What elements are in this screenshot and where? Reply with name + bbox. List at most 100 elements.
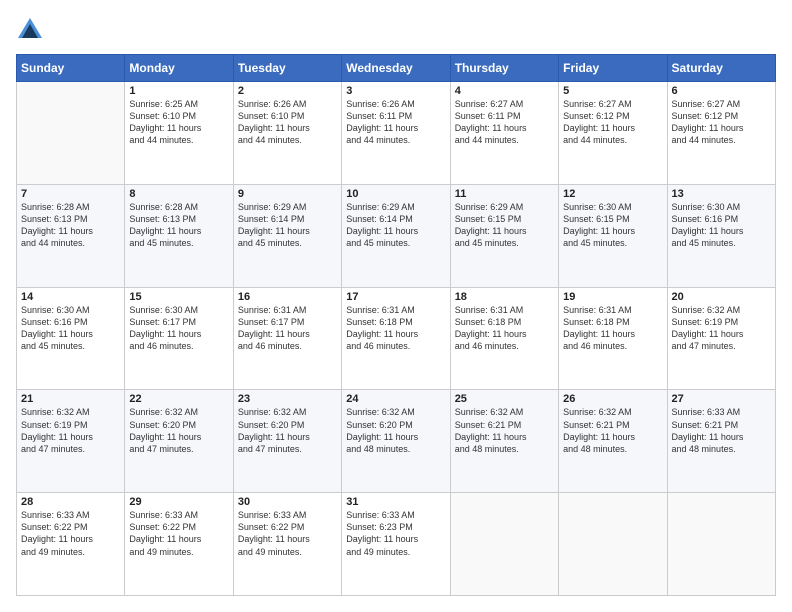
weekday-header: Thursday — [450, 55, 558, 82]
day-info: Sunrise: 6:27 AM Sunset: 6:12 PM Dayligh… — [563, 98, 662, 147]
calendar-cell: 20Sunrise: 6:32 AM Sunset: 6:19 PM Dayli… — [667, 287, 775, 390]
calendar-cell: 10Sunrise: 6:29 AM Sunset: 6:14 PM Dayli… — [342, 184, 450, 287]
calendar-cell: 6Sunrise: 6:27 AM Sunset: 6:12 PM Daylig… — [667, 82, 775, 185]
calendar-cell: 13Sunrise: 6:30 AM Sunset: 6:16 PM Dayli… — [667, 184, 775, 287]
calendar-week-row: 14Sunrise: 6:30 AM Sunset: 6:16 PM Dayli… — [17, 287, 776, 390]
day-number: 6 — [672, 85, 771, 97]
logo — [16, 16, 48, 44]
day-info: Sunrise: 6:29 AM Sunset: 6:14 PM Dayligh… — [346, 201, 445, 250]
day-number: 4 — [455, 85, 554, 97]
day-info: Sunrise: 6:33 AM Sunset: 6:22 PM Dayligh… — [129, 509, 228, 558]
calendar-cell: 22Sunrise: 6:32 AM Sunset: 6:20 PM Dayli… — [125, 390, 233, 493]
calendar-cell — [667, 493, 775, 596]
calendar-cell: 14Sunrise: 6:30 AM Sunset: 6:16 PM Dayli… — [17, 287, 125, 390]
day-info: Sunrise: 6:32 AM Sunset: 6:21 PM Dayligh… — [563, 406, 662, 455]
calendar-cell — [559, 493, 667, 596]
day-info: Sunrise: 6:30 AM Sunset: 6:15 PM Dayligh… — [563, 201, 662, 250]
day-info: Sunrise: 6:26 AM Sunset: 6:11 PM Dayligh… — [346, 98, 445, 147]
day-number: 20 — [672, 291, 771, 303]
calendar-cell: 8Sunrise: 6:28 AM Sunset: 6:13 PM Daylig… — [125, 184, 233, 287]
calendar-header: SundayMondayTuesdayWednesdayThursdayFrid… — [17, 55, 776, 82]
day-info: Sunrise: 6:33 AM Sunset: 6:22 PM Dayligh… — [21, 509, 120, 558]
day-info: Sunrise: 6:31 AM Sunset: 6:18 PM Dayligh… — [455, 304, 554, 353]
day-info: Sunrise: 6:32 AM Sunset: 6:20 PM Dayligh… — [238, 406, 337, 455]
weekday-row: SundayMondayTuesdayWednesdayThursdayFrid… — [17, 55, 776, 82]
day-number: 2 — [238, 85, 337, 97]
day-number: 26 — [563, 393, 662, 405]
weekday-header: Saturday — [667, 55, 775, 82]
header — [16, 16, 776, 44]
day-number: 17 — [346, 291, 445, 303]
day-number: 25 — [455, 393, 554, 405]
day-info: Sunrise: 6:32 AM Sunset: 6:19 PM Dayligh… — [672, 304, 771, 353]
weekday-header: Wednesday — [342, 55, 450, 82]
calendar-cell: 24Sunrise: 6:32 AM Sunset: 6:20 PM Dayli… — [342, 390, 450, 493]
calendar-cell: 2Sunrise: 6:26 AM Sunset: 6:10 PM Daylig… — [233, 82, 341, 185]
day-info: Sunrise: 6:31 AM Sunset: 6:17 PM Dayligh… — [238, 304, 337, 353]
calendar-cell: 1Sunrise: 6:25 AM Sunset: 6:10 PM Daylig… — [125, 82, 233, 185]
day-info: Sunrise: 6:26 AM Sunset: 6:10 PM Dayligh… — [238, 98, 337, 147]
day-number: 16 — [238, 291, 337, 303]
calendar-cell: 3Sunrise: 6:26 AM Sunset: 6:11 PM Daylig… — [342, 82, 450, 185]
calendar-cell: 18Sunrise: 6:31 AM Sunset: 6:18 PM Dayli… — [450, 287, 558, 390]
calendar-week-row: 7Sunrise: 6:28 AM Sunset: 6:13 PM Daylig… — [17, 184, 776, 287]
day-number: 10 — [346, 188, 445, 200]
day-number: 23 — [238, 393, 337, 405]
calendar-cell: 29Sunrise: 6:33 AM Sunset: 6:22 PM Dayli… — [125, 493, 233, 596]
day-info: Sunrise: 6:32 AM Sunset: 6:20 PM Dayligh… — [129, 406, 228, 455]
day-number: 9 — [238, 188, 337, 200]
calendar-cell: 11Sunrise: 6:29 AM Sunset: 6:15 PM Dayli… — [450, 184, 558, 287]
calendar-cell: 7Sunrise: 6:28 AM Sunset: 6:13 PM Daylig… — [17, 184, 125, 287]
day-info: Sunrise: 6:32 AM Sunset: 6:21 PM Dayligh… — [455, 406, 554, 455]
calendar-cell: 27Sunrise: 6:33 AM Sunset: 6:21 PM Dayli… — [667, 390, 775, 493]
day-info: Sunrise: 6:28 AM Sunset: 6:13 PM Dayligh… — [129, 201, 228, 250]
calendar-cell: 4Sunrise: 6:27 AM Sunset: 6:11 PM Daylig… — [450, 82, 558, 185]
day-number: 18 — [455, 291, 554, 303]
weekday-header: Tuesday — [233, 55, 341, 82]
calendar-cell: 9Sunrise: 6:29 AM Sunset: 6:14 PM Daylig… — [233, 184, 341, 287]
day-number: 1 — [129, 85, 228, 97]
day-number: 22 — [129, 393, 228, 405]
day-info: Sunrise: 6:33 AM Sunset: 6:21 PM Dayligh… — [672, 406, 771, 455]
day-info: Sunrise: 6:27 AM Sunset: 6:11 PM Dayligh… — [455, 98, 554, 147]
logo-icon — [16, 16, 44, 44]
day-number: 30 — [238, 496, 337, 508]
calendar-cell: 19Sunrise: 6:31 AM Sunset: 6:18 PM Dayli… — [559, 287, 667, 390]
calendar-cell: 25Sunrise: 6:32 AM Sunset: 6:21 PM Dayli… — [450, 390, 558, 493]
calendar-week-row: 21Sunrise: 6:32 AM Sunset: 6:19 PM Dayli… — [17, 390, 776, 493]
day-info: Sunrise: 6:33 AM Sunset: 6:23 PM Dayligh… — [346, 509, 445, 558]
calendar-week-row: 1Sunrise: 6:25 AM Sunset: 6:10 PM Daylig… — [17, 82, 776, 185]
calendar-cell: 23Sunrise: 6:32 AM Sunset: 6:20 PM Dayli… — [233, 390, 341, 493]
day-number: 21 — [21, 393, 120, 405]
weekday-header: Sunday — [17, 55, 125, 82]
calendar-cell: 5Sunrise: 6:27 AM Sunset: 6:12 PM Daylig… — [559, 82, 667, 185]
weekday-header: Monday — [125, 55, 233, 82]
calendar-cell: 26Sunrise: 6:32 AM Sunset: 6:21 PM Dayli… — [559, 390, 667, 493]
day-number: 31 — [346, 496, 445, 508]
weekday-header: Friday — [559, 55, 667, 82]
calendar-cell: 21Sunrise: 6:32 AM Sunset: 6:19 PM Dayli… — [17, 390, 125, 493]
calendar-cell: 17Sunrise: 6:31 AM Sunset: 6:18 PM Dayli… — [342, 287, 450, 390]
calendar-cell — [17, 82, 125, 185]
day-number: 7 — [21, 188, 120, 200]
day-info: Sunrise: 6:31 AM Sunset: 6:18 PM Dayligh… — [563, 304, 662, 353]
calendar-cell: 15Sunrise: 6:30 AM Sunset: 6:17 PM Dayli… — [125, 287, 233, 390]
day-number: 24 — [346, 393, 445, 405]
day-info: Sunrise: 6:29 AM Sunset: 6:15 PM Dayligh… — [455, 201, 554, 250]
day-info: Sunrise: 6:30 AM Sunset: 6:16 PM Dayligh… — [21, 304, 120, 353]
calendar-cell: 30Sunrise: 6:33 AM Sunset: 6:22 PM Dayli… — [233, 493, 341, 596]
day-number: 19 — [563, 291, 662, 303]
day-number: 15 — [129, 291, 228, 303]
day-number: 11 — [455, 188, 554, 200]
day-number: 13 — [672, 188, 771, 200]
day-info: Sunrise: 6:30 AM Sunset: 6:16 PM Dayligh… — [672, 201, 771, 250]
calendar-cell: 12Sunrise: 6:30 AM Sunset: 6:15 PM Dayli… — [559, 184, 667, 287]
calendar-cell: 31Sunrise: 6:33 AM Sunset: 6:23 PM Dayli… — [342, 493, 450, 596]
day-number: 8 — [129, 188, 228, 200]
day-info: Sunrise: 6:25 AM Sunset: 6:10 PM Dayligh… — [129, 98, 228, 147]
day-info: Sunrise: 6:32 AM Sunset: 6:19 PM Dayligh… — [21, 406, 120, 455]
calendar-table: SundayMondayTuesdayWednesdayThursdayFrid… — [16, 54, 776, 596]
day-info: Sunrise: 6:31 AM Sunset: 6:18 PM Dayligh… — [346, 304, 445, 353]
day-number: 28 — [21, 496, 120, 508]
day-info: Sunrise: 6:28 AM Sunset: 6:13 PM Dayligh… — [21, 201, 120, 250]
